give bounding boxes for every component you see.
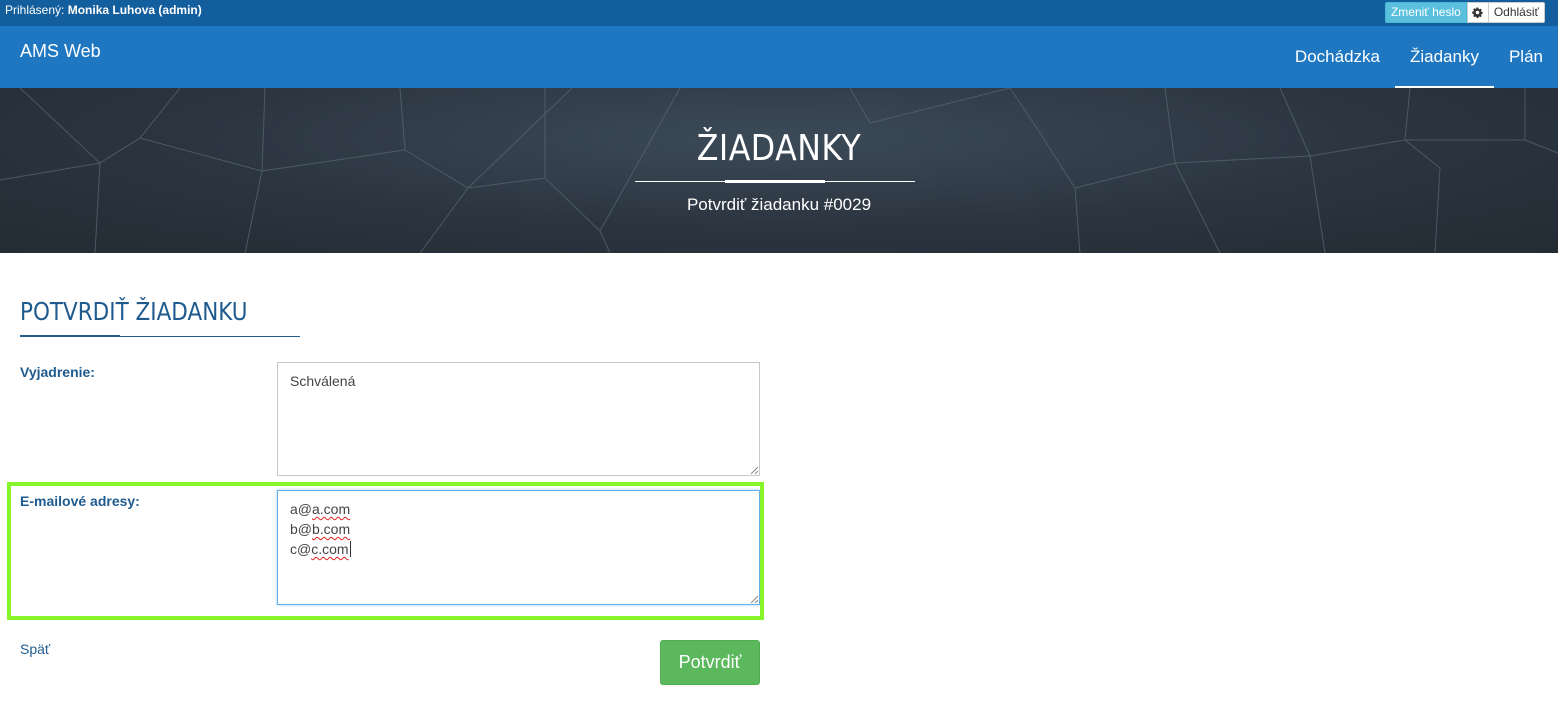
top-bar: Prihlásený: Monika Luhova (admin) Zmeniť…: [0, 0, 1558, 26]
form-title-divider-accent: [20, 335, 120, 337]
main-nav: Dochádzka Žiadanky Plán: [1280, 26, 1558, 88]
main-navbar: AMS Web Dochádzka Žiadanky Plán: [0, 26, 1558, 88]
change-password-button[interactable]: Zmeniť heslo: [1384, 2, 1467, 23]
logged-in-info: Prihlásený: Monika Luhova (admin): [5, 3, 202, 17]
logged-in-label: Prihlásený:: [5, 3, 65, 17]
logged-in-user: Monika Luhova (admin): [67, 3, 202, 17]
hero-subtitle: Potvrdiť žiadanku #0029: [686, 195, 872, 214]
statement-value: Schválená: [290, 373, 356, 389]
confirm-button[interactable]: Potvrdiť: [660, 640, 760, 685]
account-actions: Zmeniť heslo Odhlásiť: [1384, 2, 1545, 23]
nav-item-dochadzka[interactable]: Dochádzka: [1280, 26, 1395, 88]
hero-title: ŽIADANKY: [696, 128, 862, 169]
brand-logo[interactable]: AMS Web: [20, 41, 101, 62]
nav-item-ziadanky[interactable]: Žiadanky: [1394, 26, 1494, 88]
gear-icon: [1472, 7, 1484, 18]
hero-banner: ŽIADANKY Potvrdiť žiadanku #0029: [0, 88, 1558, 253]
statement-textarea[interactable]: Schválená: [277, 362, 760, 476]
logout-button[interactable]: Odhlásiť: [1488, 2, 1545, 23]
statement-label: Vyjadrenie:: [20, 364, 95, 380]
back-link[interactable]: Späť: [20, 641, 50, 657]
settings-button[interactable]: [1466, 2, 1489, 23]
hero-background-pattern: [0, 88, 1558, 253]
email-field-highlight: [7, 482, 764, 620]
resize-handle-icon[interactable]: [750, 466, 758, 474]
form-title: POTVRDIŤ ŽIADANKU: [20, 297, 248, 326]
hero-divider-accent: [725, 180, 825, 183]
nav-item-plan[interactable]: Plán: [1494, 26, 1558, 88]
